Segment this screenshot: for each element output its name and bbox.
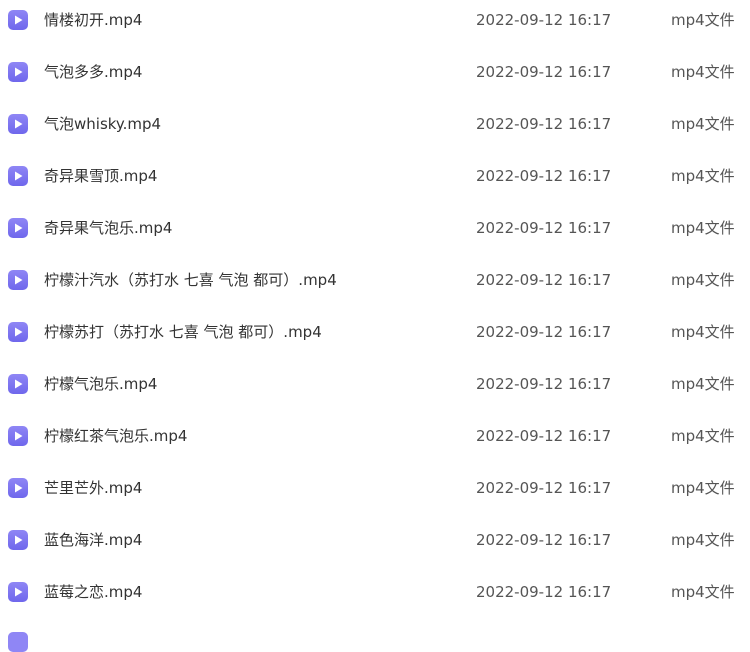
file-modified-date: 2022-09-12 16:17	[476, 63, 612, 81]
file-type: mp4文件	[671, 323, 735, 341]
file-row[interactable]: 柠檬苏打（苏打水 七喜 气泡 都可）.mp4 2022-09-12 16:17 …	[0, 306, 750, 358]
file-modified-date: 2022-09-12 16:17	[476, 219, 612, 237]
file-row[interactable]: 奇异果气泡乐.mp4 2022-09-12 16:17 mp4文件	[0, 202, 750, 254]
file-modified-date: 2022-09-12 16:17	[476, 583, 612, 601]
file-type: mp4文件	[671, 63, 735, 81]
video-file-icon	[8, 478, 28, 498]
file-modified-date: 2022-09-12 16:17	[476, 115, 612, 133]
file-name[interactable]: 蓝莓之恋.mp4	[44, 582, 142, 602]
file-name[interactable]: 气泡whisky.mp4	[44, 114, 161, 134]
file-name[interactable]: 芒里芒外.mp4	[44, 478, 142, 498]
file-type: mp4文件	[671, 167, 735, 185]
file-row[interactable]: 气泡whisky.mp4 2022-09-12 16:17 mp4文件	[0, 98, 750, 150]
video-file-icon	[8, 10, 28, 30]
file-type: mp4文件	[671, 11, 735, 29]
file-name[interactable]: 柠檬气泡乐.mp4	[44, 374, 157, 394]
video-file-icon	[8, 166, 28, 186]
video-file-icon	[8, 114, 28, 134]
file-type: mp4文件	[671, 531, 735, 549]
video-file-icon	[8, 530, 28, 550]
file-row[interactable]: 柠檬汁汽水（苏打水 七喜 气泡 都可）.mp4 2022-09-12 16:17…	[0, 254, 750, 306]
file-modified-date: 2022-09-12 16:17	[476, 323, 612, 341]
file-type: mp4文件	[671, 583, 735, 601]
file-name[interactable]: 蓝色海洋.mp4	[44, 530, 142, 550]
file-type: mp4文件	[671, 479, 735, 497]
file-modified-date: 2022-09-12 16:17	[476, 11, 612, 29]
file-row[interactable]: 气泡多多.mp4 2022-09-12 16:17 mp4文件	[0, 46, 750, 98]
video-file-icon	[8, 218, 28, 238]
file-type: mp4文件	[671, 115, 735, 133]
file-name[interactable]: 气泡多多.mp4	[44, 62, 142, 82]
file-name[interactable]: 柠檬汁汽水（苏打水 七喜 气泡 都可）.mp4	[44, 270, 337, 290]
file-modified-date: 2022-09-12 16:17	[476, 531, 612, 549]
file-row[interactable]: 蓝色海洋.mp4 2022-09-12 16:17 mp4文件	[0, 514, 750, 566]
file-list: 情楼初开.mp4 2022-09-12 16:17 mp4文件 气泡多多.mp4…	[0, 0, 750, 618]
file-name[interactable]: 柠檬红茶气泡乐.mp4	[44, 426, 187, 446]
file-modified-date: 2022-09-12 16:17	[476, 427, 612, 445]
file-row[interactable]: 情楼初开.mp4 2022-09-12 16:17 mp4文件	[0, 0, 750, 46]
file-row[interactable]: 芒里芒外.mp4 2022-09-12 16:17 mp4文件	[0, 462, 750, 514]
file-row[interactable]: 柠檬气泡乐.mp4 2022-09-12 16:17 mp4文件	[0, 358, 750, 410]
file-row[interactable]: 奇异果雪顶.mp4 2022-09-12 16:17 mp4文件	[0, 150, 750, 202]
file-row[interactable]: 蓝莓之恋.mp4 2022-09-12 16:17 mp4文件	[0, 566, 750, 618]
file-name[interactable]: 情楼初开.mp4	[44, 10, 142, 30]
file-row[interactable]: 柠檬红茶气泡乐.mp4 2022-09-12 16:17 mp4文件	[0, 410, 750, 462]
file-modified-date: 2022-09-12 16:17	[476, 479, 612, 497]
file-modified-date: 2022-09-12 16:17	[476, 375, 612, 393]
file-type: mp4文件	[671, 375, 735, 393]
video-file-icon	[8, 632, 28, 652]
file-name[interactable]: 奇异果气泡乐.mp4	[44, 218, 172, 238]
file-name[interactable]: 柠檬苏打（苏打水 七喜 气泡 都可）.mp4	[44, 322, 322, 342]
file-modified-date: 2022-09-12 16:17	[476, 167, 612, 185]
video-file-icon	[8, 322, 28, 342]
video-file-icon	[8, 582, 28, 602]
file-modified-date: 2022-09-12 16:17	[476, 271, 612, 289]
video-file-icon	[8, 62, 28, 82]
video-file-icon	[8, 374, 28, 394]
file-type: mp4文件	[671, 219, 735, 237]
video-file-icon	[8, 426, 28, 446]
video-file-icon	[8, 270, 28, 290]
file-type: mp4文件	[671, 427, 735, 445]
file-name[interactable]: 奇异果雪顶.mp4	[44, 166, 157, 186]
file-type: mp4文件	[671, 271, 735, 289]
